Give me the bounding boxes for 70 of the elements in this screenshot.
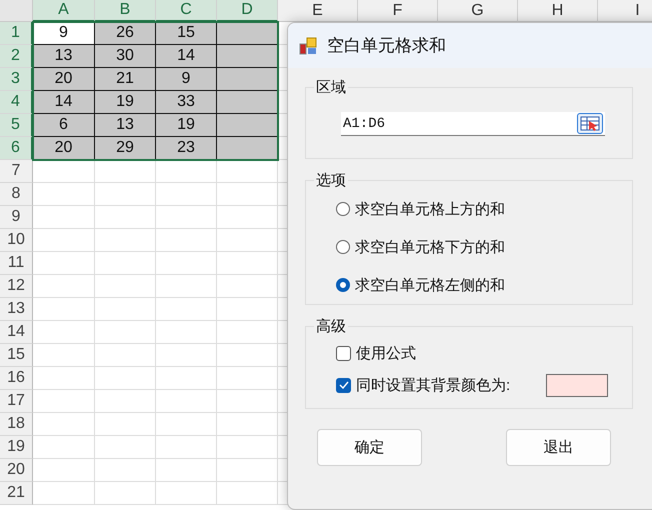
dialog-button[interactable]: 确定	[317, 429, 422, 466]
table-cell: 14	[156, 45, 217, 68]
radio-button[interactable]	[336, 240, 350, 254]
table-cell: 23	[156, 137, 217, 160]
column-header[interactable]: H	[518, 0, 598, 22]
row-header[interactable]: 15	[0, 344, 33, 367]
row-header[interactable]: 11	[0, 252, 33, 275]
radio-label[interactable]: 求空白单元格下方的和	[355, 238, 505, 256]
checkbox[interactable]	[336, 378, 351, 392]
table-cell: 20	[33, 137, 95, 160]
group-label: 区域	[315, 78, 347, 97]
column-header[interactable]: E	[278, 0, 358, 22]
column-header[interactable]: D	[217, 0, 278, 22]
table-cell: 33	[156, 91, 217, 114]
checkbox-label[interactable]: 同时设置其背景颜色为:	[356, 376, 510, 394]
column-header[interactable]: G	[438, 0, 518, 22]
table-cell: 6	[33, 114, 95, 137]
table-cell: 13	[33, 45, 95, 68]
column-header[interactable]: A	[33, 0, 95, 22]
table-cell: 20	[33, 68, 95, 91]
row-header[interactable]: 10	[0, 229, 33, 252]
range-field[interactable]: A1:D6	[341, 112, 605, 136]
table-cell: 26	[95, 22, 156, 45]
row-header[interactable]: 19	[0, 436, 33, 459]
grid-pointer-icon	[580, 116, 600, 131]
row-header[interactable]: 16	[0, 367, 33, 390]
row-header[interactable]: 7	[0, 160, 33, 183]
row-header[interactable]: 17	[0, 390, 33, 413]
radio-label[interactable]: 求空白单元格上方的和	[355, 200, 505, 218]
group-label: 选项	[315, 171, 347, 190]
row-header[interactable]: 12	[0, 275, 33, 298]
table-cell: 29	[95, 137, 156, 160]
radio-label[interactable]: 求空白单元格左侧的和	[355, 276, 505, 294]
row-header[interactable]: 9	[0, 206, 33, 229]
window-title: 空白单元格求和	[327, 35, 446, 57]
row-header[interactable]: 3	[0, 68, 33, 91]
row-header[interactable]: 1	[0, 22, 33, 45]
table-cell: 9	[156, 68, 217, 91]
radio-button[interactable]	[336, 278, 350, 292]
table-cell: 30	[95, 45, 156, 68]
column-header[interactable]: F	[358, 0, 438, 22]
range-picker-button[interactable]	[577, 113, 603, 134]
row-header[interactable]: 6	[0, 137, 33, 160]
row-header[interactable]: 8	[0, 183, 33, 206]
checkbox-label[interactable]: 使用公式	[356, 344, 416, 362]
row-header[interactable]: 2	[0, 45, 33, 68]
table-cell: 15	[156, 22, 217, 45]
row-header[interactable]: 20	[0, 459, 33, 482]
group-label: 高级	[315, 317, 347, 336]
radio-button[interactable]	[336, 202, 350, 216]
row-header[interactable]: 13	[0, 298, 33, 321]
row-header[interactable]: 5	[0, 114, 33, 137]
checkbox[interactable]	[336, 346, 351, 360]
checkmark-icon	[338, 381, 348, 389]
app-icon	[299, 36, 317, 54]
table-cell: 19	[95, 91, 156, 114]
table-cell: 19	[156, 114, 217, 137]
column-header[interactable]: C	[156, 0, 217, 22]
table-cell: 14	[33, 91, 95, 114]
table-cell: 21	[95, 68, 156, 91]
table-cell: 13	[95, 114, 156, 137]
dialog-button[interactable]: 退出	[506, 429, 611, 466]
color-swatch[interactable]	[546, 374, 608, 396]
row-header[interactable]: 18	[0, 413, 33, 436]
table-cell: 9	[33, 22, 95, 45]
column-header[interactable]: I	[598, 0, 652, 22]
row-header[interactable]: 14	[0, 321, 33, 344]
column-header[interactable]: B	[95, 0, 156, 22]
row-header[interactable]: 21	[0, 482, 33, 505]
row-header[interactable]: 4	[0, 91, 33, 114]
